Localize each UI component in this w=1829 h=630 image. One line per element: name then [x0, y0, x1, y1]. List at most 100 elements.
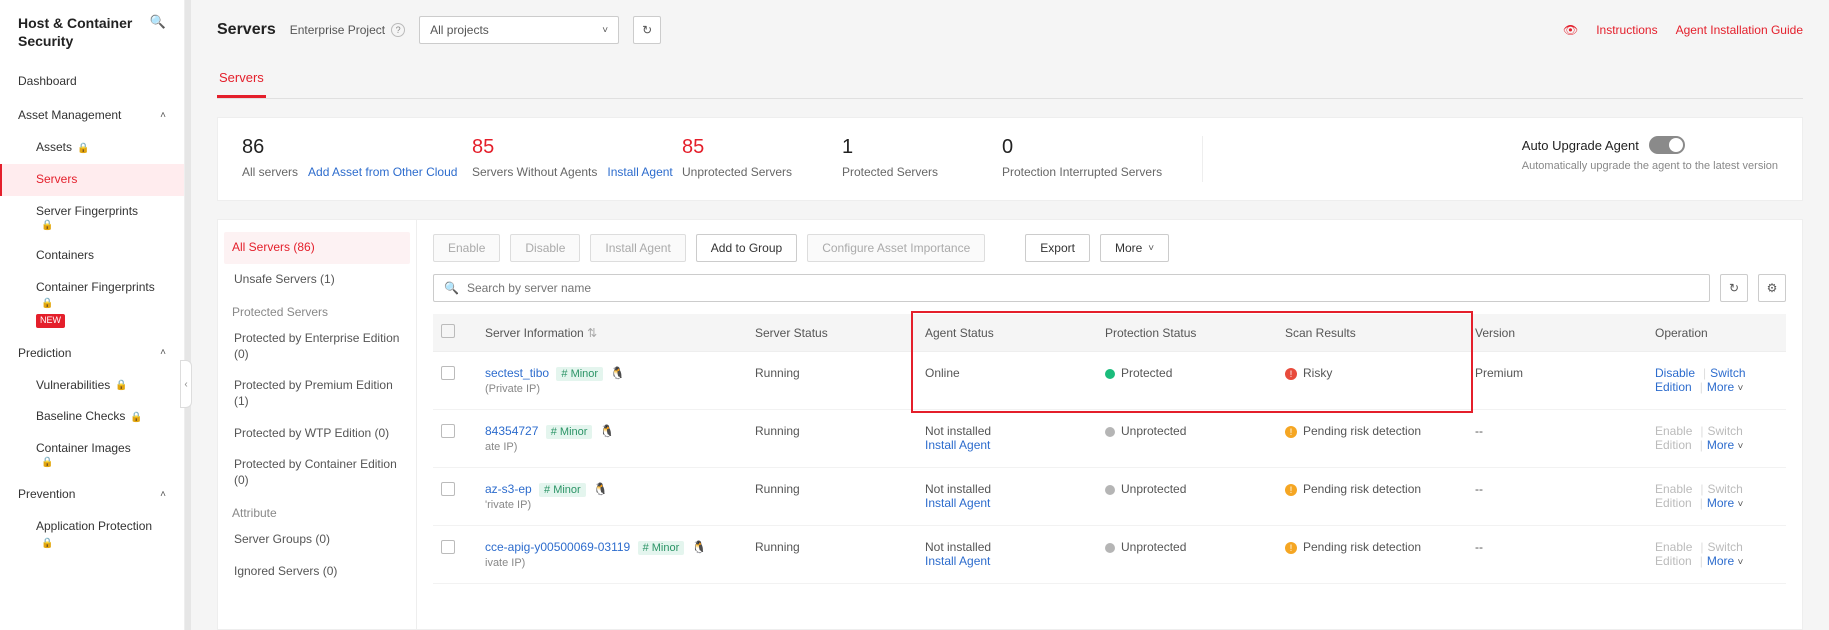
op-more-link[interactable]: More ˅ [1707, 380, 1744, 394]
add-asset-link[interactable]: Add Asset from Other Cloud [308, 165, 457, 179]
server-status: Running [747, 352, 917, 410]
server-name-link[interactable]: az-s3-ep [485, 482, 532, 496]
disable-button[interactable]: Disable [510, 234, 580, 262]
install-agent-row-link[interactable]: Install Agent [925, 554, 990, 568]
row-checkbox[interactable] [441, 424, 455, 438]
settings-button[interactable]: ⚙ [1758, 274, 1786, 302]
stat-unprotected: 85 Unprotected Servers [682, 136, 842, 179]
search-input[interactable]: 🔍 [433, 274, 1710, 302]
filter-ignored-servers[interactable]: Ignored Servers (0) [232, 556, 402, 588]
auto-upgrade-toggle[interactable] [1649, 136, 1685, 154]
version: Premium [1467, 352, 1647, 410]
main: Servers Enterprise Project ? All project… [191, 0, 1829, 630]
sidebar-item-servers[interactable]: Servers [0, 164, 184, 196]
severity-tag: # Minor [638, 541, 685, 555]
filter-attribute-head: Attribute [232, 496, 402, 524]
add-to-group-button[interactable]: Add to Group [696, 234, 797, 262]
col-agent-status[interactable]: Agent Status [917, 314, 1097, 352]
server-ip: 'rivate IP) [485, 499, 739, 511]
sidebar-item-container-fingerprints[interactable]: Container Fingerprints 🔒 NEW [0, 272, 184, 336]
table-panel: Enable Disable Install Agent Add to Grou… [417, 219, 1803, 630]
stats-card: 86 All servers Add Asset from Other Clou… [217, 117, 1803, 201]
select-all-checkbox[interactable] [441, 324, 455, 338]
filter-by-premium[interactable]: Protected by Premium Edition (1) [232, 370, 402, 417]
sidebar-prediction[interactable]: Prediction ˄ [0, 336, 184, 370]
status-dot-icon [1105, 485, 1115, 495]
lock-icon: 🔒 [130, 411, 142, 424]
protection-status: Protected [1097, 352, 1277, 410]
search-icon[interactable]: 🔍 [150, 14, 166, 30]
col-scan-results[interactable]: Scan Results [1277, 314, 1467, 352]
sidebar-prevention[interactable]: Prevention ˄ [0, 477, 184, 511]
scan-results: !Pending risk detection [1277, 468, 1467, 526]
filter-all-servers[interactable]: All Servers (86) [224, 232, 410, 264]
server-status: Running [747, 526, 917, 584]
filter-by-wtp[interactable]: Protected by WTP Edition (0) [232, 418, 402, 450]
sidebar-item-app-protection[interactable]: Application Protection 🔒 [0, 511, 184, 558]
sidebar-item-vulnerabilities[interactable]: Vulnerabilities🔒 [0, 370, 184, 402]
op-more-link[interactable]: More ˅ [1707, 554, 1744, 568]
auto-upgrade-section: Auto Upgrade Agent Automatically upgrade… [1522, 136, 1778, 172]
page-title: Servers [217, 21, 276, 39]
agent-install-guide-link[interactable]: Agent Installation Guide [1676, 23, 1803, 37]
sidebar-item-baseline[interactable]: Baseline Checks🔒 [0, 401, 184, 433]
op-enable-disabled: Enable [1655, 482, 1692, 496]
col-server-info[interactable]: Server Information ⇅ [477, 314, 747, 352]
enterprise-project-label: Enterprise Project ? [290, 23, 405, 37]
status-dot-icon [1105, 427, 1115, 437]
row-checkbox[interactable] [441, 540, 455, 554]
enterprise-project-select[interactable]: All projects ˅ [419, 16, 619, 44]
eye-icon: 👁 [1563, 23, 1578, 37]
sidebar-item-assets[interactable]: Assets🔒 [0, 132, 184, 164]
sidebar-title: Host & Container Security [18, 14, 150, 50]
sidebar-item-containers[interactable]: Containers [0, 240, 184, 272]
col-server-status[interactable]: Server Status [747, 314, 917, 352]
status-dot-icon [1105, 543, 1115, 553]
operation-cell: Enable|Switch Edition|More ˅ [1647, 526, 1786, 584]
more-button[interactable]: More ˅ [1100, 234, 1169, 262]
refresh-button[interactable]: ↻ [633, 16, 661, 44]
configure-importance-button[interactable]: Configure Asset Importance [807, 234, 985, 262]
filter-server-groups[interactable]: Server Groups (0) [232, 524, 402, 556]
server-name-link[interactable]: cce-apig-y00500069-03119 [485, 540, 630, 554]
search-field[interactable] [467, 281, 1699, 295]
tab-servers[interactable]: Servers [217, 62, 266, 98]
sidebar-asset-management[interactable]: Asset Management ˄ [0, 98, 184, 132]
sidebar-collapse-handle[interactable]: ‹ [180, 360, 192, 408]
stat-protected: 1 Protected Servers [842, 136, 1002, 179]
server-status: Running [747, 468, 917, 526]
row-checkbox[interactable] [441, 482, 455, 496]
export-button[interactable]: Export [1025, 234, 1090, 262]
chevron-down-icon: ˅ [1738, 557, 1744, 568]
instructions-link[interactable]: Instructions [1596, 23, 1657, 37]
operation-cell: Enable|Switch Edition|More ˅ [1647, 410, 1786, 468]
protection-status: Unprotected [1097, 526, 1277, 584]
help-icon[interactable]: ? [391, 23, 405, 37]
enable-button[interactable]: Enable [433, 234, 500, 262]
server-name-link[interactable]: sectest_tibo [485, 366, 549, 380]
sidebar-item-server-fingerprints[interactable]: Server Fingerprints 🔒 [0, 196, 184, 241]
install-agent-row-link[interactable]: Install Agent [925, 496, 990, 510]
lock-icon: 🔒 [77, 142, 89, 155]
filter-by-enterprise[interactable]: Protected by Enterprise Edition (0) [232, 323, 402, 370]
col-protection-status[interactable]: Protection Status [1097, 314, 1277, 352]
refresh-table-button[interactable]: ↻ [1720, 274, 1748, 302]
filter-by-container[interactable]: Protected by Container Edition (0) [232, 449, 402, 496]
filter-unsafe-servers[interactable]: Unsafe Servers (1) [232, 264, 402, 296]
server-name-link[interactable]: 84354727 [485, 424, 538, 438]
severity-tag: # Minor [556, 367, 603, 381]
row-checkbox[interactable] [441, 366, 455, 380]
sidebar-dashboard[interactable]: Dashboard [0, 64, 184, 98]
linux-icon: 🐧 [593, 482, 608, 496]
divider [1202, 136, 1203, 182]
col-version[interactable]: Version [1467, 314, 1647, 352]
op-disable-link[interactable]: Disable [1655, 366, 1695, 380]
install-agent-row-link[interactable]: Install Agent [925, 438, 990, 452]
install-agent-button[interactable]: Install Agent [590, 234, 685, 262]
stat-without-agents: 85 Servers Without Agents Install Agent [472, 136, 682, 179]
op-more-link[interactable]: More ˅ [1707, 438, 1744, 452]
op-more-link[interactable]: More ˅ [1707, 496, 1744, 510]
risk-icon: ! [1285, 426, 1297, 438]
sidebar-item-container-images[interactable]: Container Images🔒 [0, 433, 184, 478]
install-agent-link[interactable]: Install Agent [607, 165, 672, 179]
